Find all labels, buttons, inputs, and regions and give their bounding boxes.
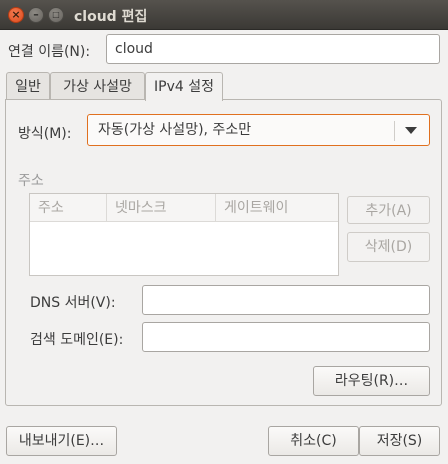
method-select[interactable]: 자동(가상 사설망), 주소만	[87, 114, 430, 146]
window-title: cloud 편집	[74, 9, 148, 25]
column-header-netmask[interactable]: 넷마스크	[107, 194, 216, 222]
dns-servers-field[interactable]	[142, 285, 430, 315]
export-button[interactable]: 내보내기(E)…	[6, 426, 117, 456]
maximize-icon[interactable]: □	[48, 7, 64, 23]
cancel-button[interactable]: 취소(C)	[268, 426, 359, 456]
tab-vpn[interactable]: 가상 사설망	[50, 72, 145, 101]
search-domains-field[interactable]	[142, 322, 430, 352]
tab-general[interactable]: 일반	[6, 72, 50, 101]
minimize-icon[interactable]: –	[28, 7, 44, 23]
addresses-heading: 주소	[18, 173, 44, 189]
search-domains-label: 검색 도메인(E):	[30, 332, 124, 348]
connection-name-field[interactable]: cloud	[106, 34, 440, 64]
method-select-value: 자동(가상 사설망), 주소만	[98, 122, 252, 138]
title-bar: × – □ cloud 편집	[0, 0, 448, 30]
combo-separator	[394, 121, 395, 141]
tab-ipv4-settings[interactable]: IPv4 설정	[145, 72, 223, 101]
save-button[interactable]: 저장(S)	[359, 426, 440, 456]
column-header-address[interactable]: 주소	[30, 194, 107, 222]
addresses-table[interactable]: 주소 넷마스크 게이트웨이	[29, 193, 339, 276]
method-label: 방식(M):	[18, 126, 72, 142]
column-header-gateway[interactable]: 게이트웨이	[216, 194, 338, 222]
chevron-down-icon	[405, 127, 417, 134]
add-button[interactable]: 추가(A)	[347, 196, 430, 224]
routes-button[interactable]: 라우팅(R)…	[313, 366, 430, 396]
dns-servers-label: DNS 서버(V):	[30, 295, 116, 311]
delete-button[interactable]: 삭제(D)	[347, 232, 430, 262]
close-icon[interactable]: ×	[8, 7, 24, 23]
table-header: 주소 넷마스크 게이트웨이	[30, 194, 338, 222]
connection-name-label: 연결 이름(N):	[8, 44, 91, 60]
